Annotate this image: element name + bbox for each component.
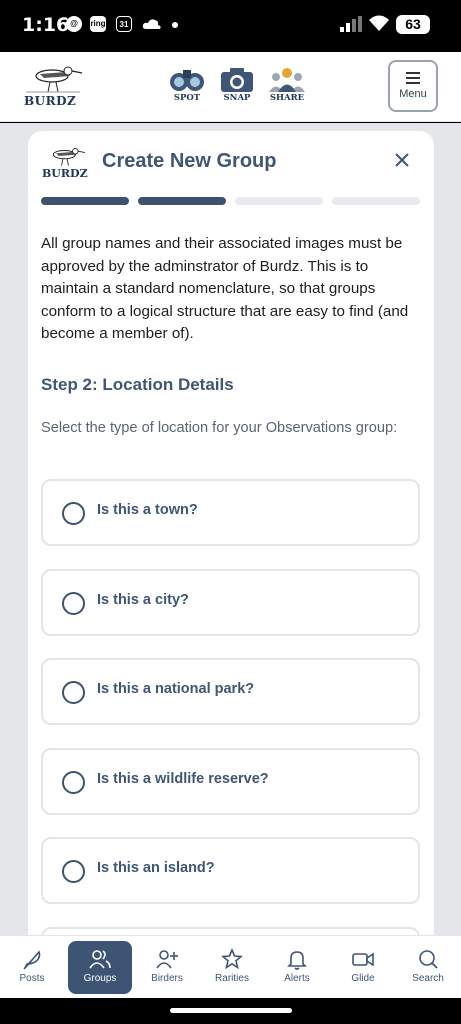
binoculars-icon <box>170 70 204 91</box>
option-wildlife-reserve[interactable]: Is this a wildlife reserve? <box>41 747 420 815</box>
create-group-dialog: BURDZ Create New Group All group names a… <box>28 131 434 935</box>
status-bar: 1:16 @ ring 31 63 <box>0 0 461 52</box>
progress-segment <box>235 197 323 205</box>
nav-spot-label: SPOT <box>173 93 201 103</box>
option-label: Is this a wildlife reserve? <box>97 770 269 787</box>
option-city[interactable]: Is this a city? <box>41 568 420 636</box>
threads-icon: @ <box>66 16 82 32</box>
wifi-icon <box>369 15 389 31</box>
home-indicator-pill[interactable] <box>170 1008 292 1013</box>
tab-label: Glide <box>351 973 375 984</box>
option-label: Is this a national park? <box>97 681 255 697</box>
tab-search[interactable]: Search <box>396 941 460 994</box>
close-icon <box>395 153 409 167</box>
bottom-tab-bar: Posts Groups Birders Rarities Alerts Gli… <box>0 935 461 998</box>
tab-label: Posts <box>19 973 45 984</box>
search-icon <box>419 950 438 969</box>
progress-segment <box>332 197 420 205</box>
option-label: Is this a town? <box>97 502 198 518</box>
menu-label: Menu <box>399 88 427 100</box>
dialog-logo: BURDZ <box>42 145 88 181</box>
tab-rarities[interactable]: Rarities <box>200 941 264 994</box>
status-time: 1:16 <box>22 14 70 36</box>
burdz-logo[interactable]: BURDZ <box>22 62 86 110</box>
home-indicator <box>0 998 461 1024</box>
option-town[interactable]: Is this a town? <box>41 479 420 546</box>
camera-icon <box>221 68 253 92</box>
tab-glide[interactable]: Glide <box>331 941 395 994</box>
star-icon <box>221 948 243 970</box>
tab-alerts[interactable]: Alerts <box>265 941 329 994</box>
tab-label: Rarities <box>215 973 249 984</box>
radio-button[interactable] <box>62 591 85 615</box>
progress-segment <box>41 197 129 205</box>
tab-posts[interactable]: Posts <box>0 941 64 994</box>
tab-label: Groups <box>83 973 117 984</box>
option-label: Is this an island? <box>97 860 215 876</box>
calendar-icon: 31 <box>116 16 132 32</box>
notification-dot-icon <box>172 22 178 28</box>
dialog-logo-wordmark: BURDZ <box>42 167 88 180</box>
header-nav: SPOT SNAP SHARE <box>168 66 306 103</box>
nav-snap-label: SNAP <box>223 93 251 103</box>
people-icon <box>269 68 305 92</box>
cloud-icon <box>142 19 161 29</box>
option-island[interactable]: Is this an island? <box>41 837 420 904</box>
nav-snap[interactable]: SNAP <box>218 66 256 103</box>
tab-groups[interactable]: Groups <box>68 941 132 994</box>
app-header: BURDZ SPOT SNAP SHARE Menu <box>0 52 461 122</box>
nav-share-label: SHARE <box>269 93 305 103</box>
menu-button[interactable]: Menu <box>388 60 438 112</box>
radio-button[interactable] <box>62 681 85 704</box>
option-label: Is this a city? <box>97 591 189 608</box>
radio-button[interactable] <box>62 860 85 883</box>
groups-icon <box>89 950 111 969</box>
bird-logo-icon <box>52 148 86 166</box>
nav-spot[interactable]: SPOT <box>168 66 206 103</box>
signal-icon <box>340 16 362 32</box>
bird-logo-icon <box>26 66 83 93</box>
tab-birders[interactable]: Birders <box>135 941 199 994</box>
option-partial[interactable] <box>41 926 420 935</box>
battery-icon: 63 <box>396 15 430 34</box>
step-heading: Step 2: Location Details <box>41 375 234 394</box>
bell-icon <box>287 951 307 970</box>
tab-label: Birders <box>151 973 183 984</box>
intro-text: All group names and their associated ima… <box>41 235 409 342</box>
hamburger-icon <box>406 72 420 84</box>
radio-button[interactable] <box>62 770 85 794</box>
logo-wordmark: BURDZ <box>24 94 77 108</box>
tab-label: Search <box>412 973 444 984</box>
nav-share[interactable]: SHARE <box>268 66 306 103</box>
location-prompt: Select the type of location for your Obs… <box>41 420 398 436</box>
close-button[interactable] <box>390 148 414 172</box>
add-user-icon <box>156 950 178 969</box>
dialog-title: Create New Group <box>102 150 277 172</box>
location-options: Is this a town? Is this a city? Is this … <box>41 479 420 935</box>
feather-icon <box>23 950 41 970</box>
step-progress <box>41 197 420 205</box>
ring-icon: ring <box>90 16 106 32</box>
video-icon <box>352 952 374 967</box>
tab-label: Alerts <box>284 973 310 984</box>
progress-segment <box>138 197 226 205</box>
radio-button[interactable] <box>62 502 85 525</box>
option-national-park[interactable]: Is this a national park? <box>41 658 420 725</box>
